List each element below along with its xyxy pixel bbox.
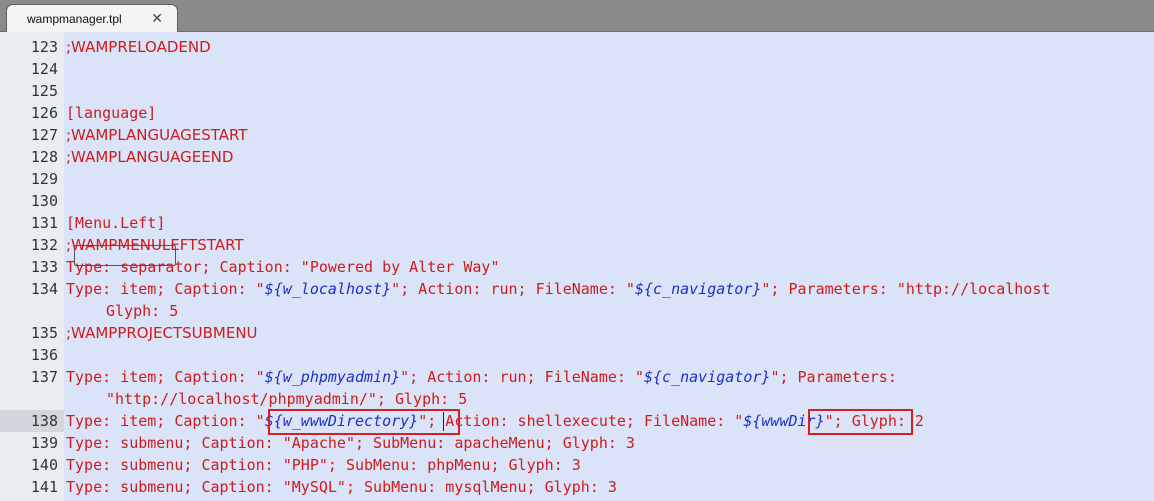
file-tab[interactable]: wampmanager.tpl ✕: [6, 4, 178, 32]
code-line-wrap: "http://localhost/phpmyadmin/"; Glyph: 5: [106, 390, 468, 408]
line-number: 132: [30, 236, 58, 254]
code-token: "; Parameters: "http://localhost: [761, 280, 1051, 298]
code-line: [Menu.Left]: [66, 212, 165, 234]
code-line: ;WAMPPROJECTSUBMENU: [66, 324, 258, 342]
line-number: 138: [30, 412, 58, 430]
code-token: ": [255, 412, 265, 430]
variable-token: ${w_phpmyadmin}: [264, 368, 401, 386]
variable-token: ${c_navigator}: [634, 280, 762, 298]
code-line: Type: submenu; Caption: "PHP"; SubMenu: …: [66, 456, 581, 474]
code-line: ;WAMPLANGUAGESTART: [66, 126, 248, 144]
code-token: "; Action: run; FileName: ": [400, 368, 644, 386]
line-number: 137: [30, 368, 58, 386]
code-line: ;WAMPRELOADEND: [66, 38, 211, 56]
line-number: 136: [30, 346, 58, 364]
close-icon[interactable]: ✕: [151, 10, 163, 27]
line-number: 127: [30, 126, 58, 144]
line-number: 140: [30, 456, 58, 474]
line-number: 125: [30, 82, 58, 100]
code-line: Type: item; Caption: "${w_phpmyadmin}"; …: [66, 366, 897, 388]
code-line: Type: separator; Caption: "Powered by Al…: [66, 258, 500, 276]
line-number-gutter: 123 124 125 126 127 128 129 130 131 132 …: [0, 32, 64, 501]
code-token: "; Parameters:: [770, 368, 897, 386]
code-line: ;WAMPMENULEFTSTART: [66, 236, 244, 254]
code-line: Type: submenu; Caption: "Apache"; SubMen…: [66, 434, 635, 452]
code-line: Type: item; Caption: "${w_localhost}"; A…: [66, 278, 1050, 300]
code-line: Type: submenu; Caption: "MySQL"; SubMenu…: [66, 478, 617, 496]
line-number: 128: [30, 148, 58, 166]
line-number: 139: [30, 434, 58, 452]
line-number: 133: [30, 258, 58, 276]
variable-token: ${c_navigator}: [644, 368, 771, 386]
line-number: 131: [30, 214, 58, 232]
code-token: Type: item; Caption: ": [66, 280, 265, 298]
code-token: Type: item; Caption: ": [66, 368, 265, 386]
line-number: 135: [30, 324, 58, 342]
code-token: Menu.Left: [75, 214, 157, 232]
line-number: 126: [30, 104, 58, 122]
code-token: ": [734, 412, 744, 430]
code-token: [: [66, 214, 76, 232]
line-number: 123: [30, 38, 58, 56]
tab-bar: wampmanager.tpl ✕: [0, 0, 1154, 32]
line-number: 124: [30, 60, 58, 78]
highlight-box-filename: [808, 409, 913, 435]
code-token: "; Action: run; FileName: ": [391, 280, 635, 298]
line-number: 130: [30, 192, 58, 210]
line-number: 129: [30, 170, 58, 188]
tab-title: wampmanager.tpl: [27, 12, 122, 26]
code-token: Type: item; Caption:: [66, 412, 256, 430]
line-number: 141: [30, 478, 58, 496]
code-line-wrap: Glyph: 5: [106, 302, 179, 320]
code-token: "; Action: shellexecute; FileName:: [418, 412, 735, 430]
text-cursor: [443, 412, 444, 431]
code-token: ]: [156, 214, 166, 232]
code-line: [language]: [66, 104, 157, 122]
code-editor[interactable]: 123 124 125 126 127 128 129 130 131 132 …: [0, 32, 1154, 501]
variable-token: ${w_localhost}: [264, 280, 392, 298]
line-number: 134: [30, 280, 58, 298]
code-line: Type: item; Caption: "${w_wwwDirectory}"…: [66, 410, 924, 432]
code-line: ;WAMPLANGUAGEEND: [66, 148, 234, 166]
